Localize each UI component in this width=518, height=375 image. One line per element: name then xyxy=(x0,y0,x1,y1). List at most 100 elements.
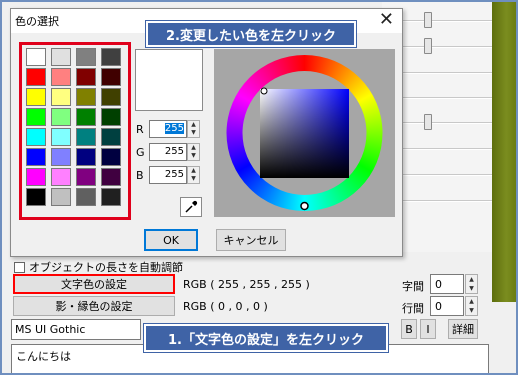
color-swatch[interactable] xyxy=(76,68,96,86)
blue-input[interactable]: 255 xyxy=(149,166,187,184)
green-value: 255 xyxy=(164,146,184,157)
dialog-title: 色の選択 xyxy=(15,15,59,28)
color-swatch[interactable] xyxy=(76,108,96,126)
shadow-color-rgb: RGB ( 0 , 0 , 0 ) xyxy=(183,300,268,313)
spin-down-icon[interactable]: ▼ xyxy=(466,284,477,293)
red-label: R xyxy=(136,123,144,136)
auto-length-checkbox[interactable] xyxy=(14,261,25,273)
cancel-button-label: キャンセル xyxy=(223,234,279,247)
shadow-color-button-label: 影・縁色の設定 xyxy=(55,300,133,313)
color-swatch[interactable] xyxy=(101,68,121,86)
color-swatch[interactable] xyxy=(76,188,96,206)
slider-thumb[interactable] xyxy=(424,114,432,130)
color-swatch[interactable] xyxy=(51,168,71,186)
spin-down-icon[interactable]: ▼ xyxy=(188,152,199,160)
green-input[interactable]: 255 xyxy=(149,143,187,161)
color-swatch[interactable] xyxy=(51,148,71,166)
green-label: G xyxy=(136,146,145,159)
char-spacing-input[interactable]: 0 xyxy=(430,274,464,294)
auto-length-label: オブジェクトの長さを自動調節 xyxy=(29,261,183,274)
color-swatch[interactable] xyxy=(51,48,71,66)
color-swatch[interactable] xyxy=(101,88,121,106)
italic-button[interactable]: I xyxy=(420,319,436,339)
close-icon[interactable]: ✕ xyxy=(379,11,394,29)
red-value: 255 xyxy=(164,123,184,134)
line-spacing-label: 行間 xyxy=(402,302,424,315)
color-swatch[interactable] xyxy=(101,48,121,66)
color-swatch[interactable] xyxy=(51,128,71,146)
spin-up-icon[interactable]: ▲ xyxy=(466,275,477,284)
color-swatch[interactable] xyxy=(101,148,121,166)
callout-step-2: 2.変更したい色を左クリック xyxy=(146,21,356,47)
slider-thumb[interactable] xyxy=(424,38,432,54)
color-swatch[interactable] xyxy=(26,188,46,206)
ring-marker[interactable] xyxy=(300,201,309,211)
color-swatch[interactable] xyxy=(101,108,121,126)
char-spacing-spinner[interactable]: ▲ ▼ xyxy=(465,274,478,294)
bold-button-label: B xyxy=(405,322,413,336)
line-spacing-spinner[interactable]: ▲ ▼ xyxy=(465,296,478,316)
color-swatch[interactable] xyxy=(26,128,46,146)
color-swatch[interactable] xyxy=(101,168,121,186)
ok-button-label: OK xyxy=(163,233,179,247)
spin-down-icon[interactable]: ▼ xyxy=(188,129,199,137)
spin-up-icon[interactable]: ▲ xyxy=(188,144,199,152)
callout-step-1: 1.「文字色の設定」を左クリック xyxy=(144,324,388,352)
text-color-button-label: 文字色の設定 xyxy=(61,278,127,291)
slider-thumb[interactable] xyxy=(424,12,432,28)
auto-length-option[interactable]: オブジェクトの長さを自動調節 xyxy=(14,259,183,275)
line-spacing-input[interactable]: 0 xyxy=(430,296,464,316)
eyedropper-button[interactable] xyxy=(180,197,202,217)
slider-track xyxy=(402,148,492,150)
cancel-button[interactable]: キャンセル xyxy=(216,229,286,251)
color-swatch[interactable] xyxy=(76,48,96,66)
line-spacing-value: 0 xyxy=(435,299,442,313)
blue-spinner[interactable]: ▲ ▼ xyxy=(187,166,200,184)
shadow-color-button[interactable]: 影・縁色の設定 xyxy=(13,296,175,316)
red-spinner[interactable]: ▲ ▼ xyxy=(187,120,200,138)
ok-button[interactable]: OK xyxy=(144,229,198,251)
font-select[interactable]: MS UI Gothic xyxy=(11,319,141,340)
color-preview xyxy=(135,49,203,111)
spin-up-icon[interactable]: ▲ xyxy=(466,297,477,306)
italic-button-label: I xyxy=(426,322,430,336)
color-swatch[interactable] xyxy=(76,128,96,146)
hue-ring-svg[interactable] xyxy=(214,49,395,217)
color-swatch[interactable] xyxy=(26,68,46,86)
color-swatch[interactable] xyxy=(26,148,46,166)
screenshot-frame: オブジェクトの長さを自動調節 文字色の設定 RGB ( 255 , 255 , … xyxy=(0,0,518,375)
slider-track xyxy=(402,200,492,202)
color-swatch[interactable] xyxy=(51,108,71,126)
slider-track xyxy=(402,122,492,124)
slider-track xyxy=(402,97,492,99)
olive-background-strip xyxy=(492,2,516,302)
color-swatch[interactable] xyxy=(26,168,46,186)
color-swatch[interactable] xyxy=(26,108,46,126)
spin-up-icon[interactable]: ▲ xyxy=(188,167,199,175)
detail-button[interactable]: 詳細 xyxy=(448,319,478,339)
color-swatch[interactable] xyxy=(76,168,96,186)
color-swatch[interactable] xyxy=(26,88,46,106)
char-spacing-value: 0 xyxy=(435,277,442,291)
text-color-button[interactable]: 文字色の設定 xyxy=(13,274,175,294)
green-spinner[interactable]: ▲ ▼ xyxy=(187,143,200,161)
bold-button[interactable]: B xyxy=(401,319,417,339)
hue-marker[interactable] xyxy=(260,87,268,95)
hue-picker[interactable] xyxy=(214,49,395,217)
slider-track xyxy=(402,174,492,176)
spin-down-icon[interactable]: ▼ xyxy=(188,175,199,183)
callout-step-2-text: 2.変更したい色を左クリック xyxy=(166,28,336,44)
color-swatch[interactable] xyxy=(51,188,71,206)
color-swatch[interactable] xyxy=(51,68,71,86)
color-swatch[interactable] xyxy=(51,88,71,106)
text-content: こんにちは xyxy=(16,350,71,363)
color-swatch[interactable] xyxy=(101,188,121,206)
color-swatch[interactable] xyxy=(101,128,121,146)
slider-track xyxy=(402,46,492,48)
color-swatch[interactable] xyxy=(76,148,96,166)
spin-up-icon[interactable]: ▲ xyxy=(188,121,199,129)
color-swatch[interactable] xyxy=(76,88,96,106)
color-swatch[interactable] xyxy=(26,48,46,66)
red-input[interactable]: 255 xyxy=(149,120,187,138)
spin-down-icon[interactable]: ▼ xyxy=(466,306,477,315)
